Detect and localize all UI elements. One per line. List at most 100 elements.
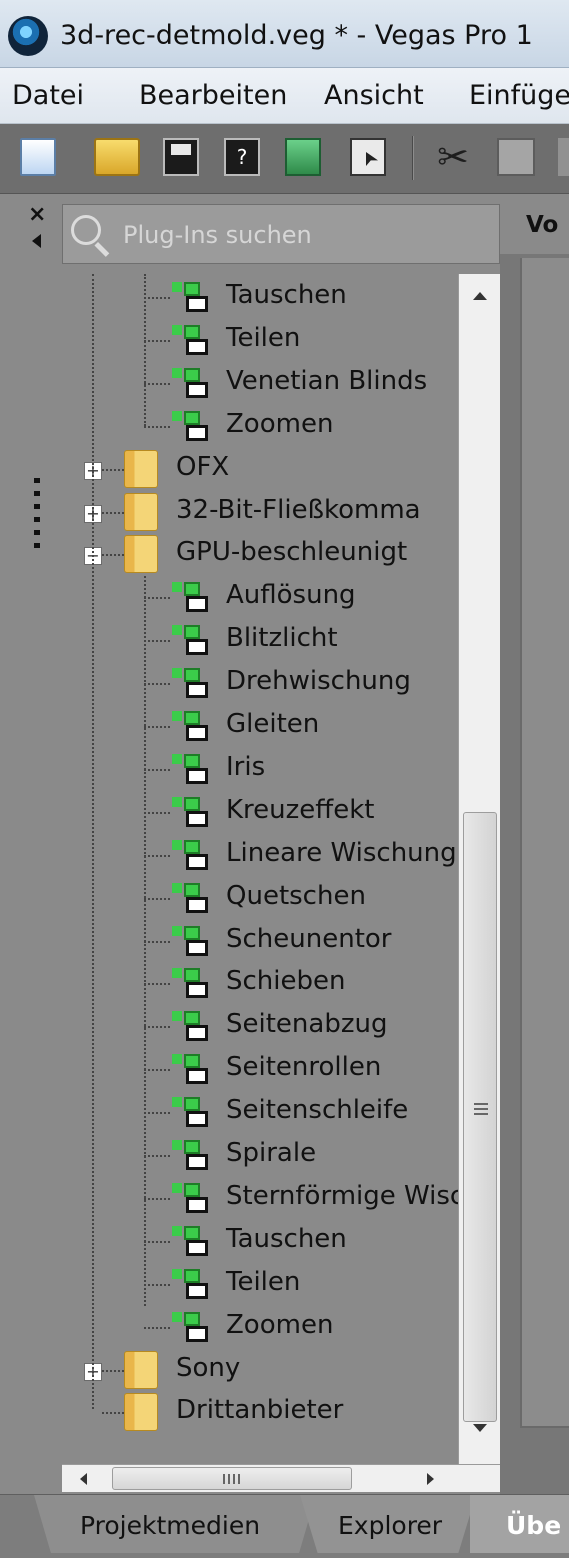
tree-plugin-item[interactable]: Teilen bbox=[62, 1263, 458, 1306]
tree-plugin-item[interactable]: Blitzlicht bbox=[62, 619, 458, 662]
tree-horizontal-scrollbar[interactable] bbox=[62, 1464, 500, 1492]
properties-icon[interactable] bbox=[350, 138, 386, 176]
tree-connector bbox=[144, 1241, 170, 1243]
scroll-left-icon[interactable] bbox=[80, 1473, 87, 1485]
menu-einfuegen[interactable]: Einfüge bbox=[469, 80, 569, 111]
scroll-up-icon[interactable] bbox=[473, 292, 487, 300]
paste-icon[interactable] bbox=[558, 138, 569, 176]
tree-folder[interactable]: Drittanbieter bbox=[62, 1391, 458, 1434]
tree-plugin-item[interactable]: Seitenabzug bbox=[62, 1005, 458, 1048]
tab-uebergaenge[interactable]: Übe bbox=[470, 1495, 569, 1553]
preview-pane: Vo bbox=[500, 194, 569, 1494]
vertical-scroll-thumb[interactable] bbox=[463, 812, 497, 1422]
tree-folder[interactable]: + Sony bbox=[62, 1349, 458, 1392]
plugin-label: Drehwischung bbox=[226, 666, 411, 696]
plugin-icon bbox=[172, 926, 210, 958]
plugin-icon bbox=[172, 797, 210, 829]
tree-plugin-item[interactable]: Seitenrollen bbox=[62, 1048, 458, 1091]
horizontal-scroll-thumb[interactable] bbox=[112, 1467, 352, 1490]
tree-plugin-item[interactable]: Kreuzeffekt bbox=[62, 791, 458, 834]
tree-vertical-scrollbar[interactable] bbox=[458, 274, 500, 1464]
plugin-icon bbox=[172, 1140, 210, 1172]
tree-connector bbox=[144, 812, 170, 814]
tree-plugin-item[interactable]: Schieben bbox=[62, 962, 458, 1005]
new-file-icon[interactable] bbox=[20, 138, 56, 176]
open-folder-icon[interactable] bbox=[94, 138, 140, 176]
save-icon[interactable] bbox=[163, 138, 199, 176]
tree-connector bbox=[144, 297, 170, 299]
tab-label: Projektmedien bbox=[80, 1511, 261, 1540]
tab-projektmedien[interactable]: Projektmedien bbox=[34, 1495, 316, 1553]
plugin-label: Lineare Wischung bbox=[226, 838, 457, 868]
tree-plugin-item[interactable]: Teilen bbox=[62, 319, 458, 362]
plugin-icon bbox=[172, 325, 210, 357]
close-icon[interactable]: × bbox=[28, 202, 46, 227]
tree-plugin-item[interactable]: Venetian Blinds bbox=[62, 362, 458, 405]
folder-label: Drittanbieter bbox=[176, 1395, 344, 1425]
folder-label: Sony bbox=[176, 1353, 241, 1383]
folder-label: 32-Bit-Fließkomma bbox=[176, 495, 421, 525]
menu-bearbeiten[interactable]: Bearbeiten bbox=[139, 80, 287, 111]
tree-plugin-item[interactable]: Tauschen bbox=[62, 276, 458, 319]
tree-plugin-item[interactable]: Drehwischung bbox=[62, 662, 458, 705]
tree-plugin-item[interactable]: Sternförmige Wisc bbox=[62, 1177, 458, 1220]
plugin-label: Quetschen bbox=[226, 881, 366, 911]
toolbar: ? ✂ bbox=[0, 124, 569, 194]
plugin-icon bbox=[172, 1269, 210, 1301]
tree-connector bbox=[102, 469, 124, 471]
tree-folder[interactable]: + OFX bbox=[62, 448, 458, 491]
folder-icon bbox=[124, 1351, 158, 1389]
plugin-icon bbox=[172, 1054, 210, 1086]
tree-folder[interactable]: − GPU-beschleunigt bbox=[62, 533, 458, 576]
tree-connector bbox=[102, 512, 124, 514]
tree-connector bbox=[144, 1069, 170, 1071]
tree-plugin-item[interactable]: Zoomen bbox=[62, 1306, 458, 1349]
plugin-label: Seitenrollen bbox=[226, 1052, 382, 1082]
tree-connector bbox=[144, 1026, 170, 1028]
tree-connector bbox=[144, 769, 170, 771]
plugin-label: Tauschen bbox=[226, 1224, 347, 1254]
menu-bar: Datei Bearbeiten Ansicht Einfüge bbox=[0, 68, 569, 124]
cut-icon[interactable]: ✂ bbox=[433, 138, 473, 176]
menu-datei[interactable]: Datei bbox=[12, 80, 84, 111]
tree-plugin-item[interactable]: Seitenschleife bbox=[62, 1091, 458, 1134]
tree-connector bbox=[144, 683, 170, 685]
plugin-label: Seitenabzug bbox=[226, 1009, 388, 1039]
tree-plugin-item[interactable]: Spirale bbox=[62, 1134, 458, 1177]
plugin-label: Auflösung bbox=[226, 580, 356, 610]
tree-plugin-item[interactable]: Tauschen bbox=[62, 1220, 458, 1263]
tree-plugin-item[interactable]: Auflösung bbox=[62, 576, 458, 619]
menu-ansicht[interactable]: Ansicht bbox=[324, 80, 424, 111]
plugin-icon bbox=[172, 1011, 210, 1043]
grip-icon bbox=[474, 1103, 488, 1117]
plugin-label: Sternförmige Wisc bbox=[226, 1181, 458, 1211]
tab-explorer[interactable]: Explorer bbox=[300, 1495, 476, 1553]
plugin-icon bbox=[172, 368, 210, 400]
tree-plugin-item[interactable]: Quetschen bbox=[62, 877, 458, 920]
toolbar-separator bbox=[412, 136, 414, 180]
plugin-search-input[interactable] bbox=[123, 217, 493, 253]
plugin-icon bbox=[172, 754, 210, 786]
collapse-arrow-icon[interactable] bbox=[32, 234, 41, 248]
tree-connector bbox=[144, 898, 170, 900]
title-bar: 3d-rec-detmold.veg * - Vegas Pro 1 bbox=[0, 0, 569, 68]
plugin-label: Kreuzeffekt bbox=[226, 795, 375, 825]
vegas-app-icon[interactable] bbox=[8, 16, 48, 56]
tree-plugin-item[interactable]: Iris bbox=[62, 748, 458, 791]
tree-guide-line bbox=[144, 274, 146, 426]
tree-connector bbox=[144, 1112, 170, 1114]
tree-plugin-item[interactable]: Scheunentor bbox=[62, 920, 458, 963]
render-icon[interactable] bbox=[285, 138, 321, 176]
dock-grip-handle[interactable] bbox=[34, 478, 40, 556]
save-as-icon[interactable]: ? bbox=[224, 138, 260, 176]
scroll-down-icon[interactable] bbox=[473, 1424, 487, 1432]
tree-connector bbox=[144, 640, 170, 642]
tree-plugin-item[interactable]: Gleiten bbox=[62, 705, 458, 748]
tree-plugin-item[interactable]: Lineare Wischung bbox=[62, 834, 458, 877]
folder-label: OFX bbox=[176, 452, 230, 482]
tree-plugin-item[interactable]: Zoomen bbox=[62, 405, 458, 448]
plugin-label: Teilen bbox=[226, 1267, 301, 1297]
tree-folder[interactable]: +32-Bit-Fließkomma bbox=[62, 491, 458, 534]
copy-icon[interactable] bbox=[497, 138, 535, 176]
scroll-right-icon[interactable] bbox=[427, 1473, 434, 1485]
